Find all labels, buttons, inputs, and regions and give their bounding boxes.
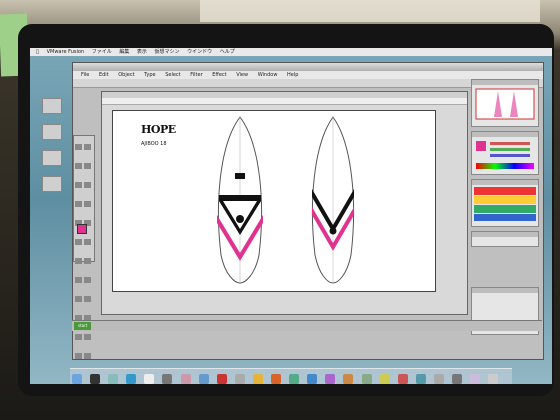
menu-select[interactable]: Select xyxy=(165,72,180,78)
mac-dock xyxy=(70,368,512,384)
mail-icon[interactable] xyxy=(108,374,119,384)
app-icon[interactable] xyxy=(397,374,408,384)
bottom-emblem xyxy=(329,227,337,235)
panel-dock xyxy=(471,79,539,339)
type-tool-icon[interactable] xyxy=(84,182,91,188)
trash-icon[interactable] xyxy=(488,374,499,384)
graph-tool-icon[interactable] xyxy=(84,277,91,283)
downloads-stack-icon[interactable] xyxy=(470,374,481,384)
deck-emblem xyxy=(236,215,244,223)
swatch-grid[interactable] xyxy=(472,185,538,223)
mac-menu-edit[interactable]: 編集 xyxy=(119,49,129,55)
dashboard-icon[interactable] xyxy=(90,374,101,384)
tools-panel xyxy=(73,135,95,359)
mac-menu-window[interactable]: ウインドウ xyxy=(187,49,212,55)
hand-tool-icon[interactable] xyxy=(84,334,91,340)
mac-menu-view[interactable]: 表示 xyxy=(137,49,147,55)
vm-window-titlebar[interactable] xyxy=(73,63,543,71)
panel-title-bar[interactable] xyxy=(472,232,538,237)
menu-help[interactable]: Help xyxy=(287,72,298,78)
menu-filter[interactable]: Filter xyxy=(190,72,202,78)
menu-object[interactable]: Object xyxy=(118,72,134,78)
warp-tool-icon[interactable] xyxy=(75,258,82,264)
safari-icon[interactable] xyxy=(126,374,137,384)
rotate-tool-icon[interactable] xyxy=(75,239,82,245)
start-button[interactable]: start xyxy=(74,322,92,330)
mac-desktop:  VMware Fusion ファイル 編集 表示 仮想マシン ウインドウ ヘ… xyxy=(30,48,552,384)
menu-type[interactable]: Type xyxy=(144,72,155,78)
color-panel[interactable] xyxy=(471,131,539,175)
scale-tool-icon[interactable] xyxy=(84,239,91,245)
itunes-icon[interactable] xyxy=(198,374,209,384)
wall-paper xyxy=(200,0,540,22)
horizontal-ruler xyxy=(102,98,467,105)
mac-menu-help[interactable]: ヘルプ xyxy=(220,49,235,55)
free-transform-tool-icon[interactable] xyxy=(84,258,91,264)
magic-wand-tool-icon[interactable] xyxy=(75,163,82,169)
app-icon[interactable] xyxy=(307,374,318,384)
deck-logo-mark xyxy=(235,173,245,179)
app-icon[interactable] xyxy=(325,374,336,384)
direct-selection-tool-icon[interactable] xyxy=(84,144,91,150)
mac-menu-app[interactable]: VMware Fusion xyxy=(47,49,85,55)
menu-edit[interactable]: Edit xyxy=(99,72,109,78)
vmware-window: File Edit Object Type Select Filter Effe… xyxy=(72,62,544,360)
symbol-tool-icon[interactable] xyxy=(75,277,82,283)
chrome-icon[interactable] xyxy=(252,374,263,384)
gradient-tool-icon[interactable] xyxy=(84,296,91,302)
desktop-file-icon[interactable] xyxy=(42,98,62,114)
app-icon[interactable] xyxy=(289,374,300,384)
finder-icon[interactable] xyxy=(72,374,82,384)
app-icon[interactable] xyxy=(451,374,462,384)
model-label: AJIBOO 18 xyxy=(141,141,167,147)
acrobat-icon[interactable] xyxy=(216,374,227,384)
desktop-file-icon[interactable] xyxy=(42,124,62,140)
line-tool-icon[interactable] xyxy=(75,201,82,207)
mesh-tool-icon[interactable] xyxy=(75,296,82,302)
windows-taskbar: start xyxy=(72,320,542,331)
layers-panel[interactable] xyxy=(471,231,539,247)
app-icon[interactable] xyxy=(433,374,444,384)
mac-menu-file[interactable]: ファイル xyxy=(92,49,112,55)
selection-tool-icon[interactable] xyxy=(75,144,82,150)
surfboard-bottom[interactable] xyxy=(303,115,363,285)
app-icon[interactable] xyxy=(379,374,390,384)
firefox-icon[interactable] xyxy=(271,374,282,384)
menu-file[interactable]: File xyxy=(81,72,89,78)
preview-icon[interactable] xyxy=(162,374,173,384)
lasso-tool-icon[interactable] xyxy=(84,163,91,169)
menu-effect[interactable]: Effect xyxy=(212,72,226,78)
pen-tool-icon[interactable] xyxy=(75,182,82,188)
desktop-file-icon[interactable] xyxy=(42,176,62,192)
panel-title-bar[interactable] xyxy=(472,288,538,293)
color-sliders[interactable] xyxy=(472,137,538,173)
app-icon[interactable] xyxy=(361,374,372,384)
mac-menu-vm[interactable]: 仮想マシン xyxy=(155,49,180,55)
swatches-panel[interactable] xyxy=(471,179,539,227)
brand-logo: HOPE xyxy=(141,123,176,136)
desktop-icons xyxy=(36,88,66,194)
navigator-thumbnail xyxy=(475,88,535,120)
artboard[interactable]: HOPE AJIBOO 18 xyxy=(112,110,436,292)
desktop-file-icon[interactable] xyxy=(42,150,62,166)
menu-view[interactable]: View xyxy=(236,72,248,78)
illustrator-menu-bar: File Edit Object Type Select Filter Effe… xyxy=(73,71,543,79)
document-window: HOPE AJIBOO 18 xyxy=(101,91,468,315)
slice-tool-icon[interactable] xyxy=(84,353,91,359)
fill-color-swatch[interactable] xyxy=(77,224,87,234)
vmware-icon[interactable] xyxy=(234,374,245,384)
mac-menu-bar:  VMware Fusion ファイル 編集 表示 仮想マシン ウインドウ ヘ… xyxy=(30,48,552,56)
rectangle-tool-icon[interactable] xyxy=(84,201,91,207)
app-icon[interactable] xyxy=(415,374,426,384)
photo-icon[interactable] xyxy=(180,374,191,384)
scissors-tool-icon[interactable] xyxy=(75,334,82,340)
app-icon[interactable] xyxy=(343,374,354,384)
apple-icon[interactable]:  xyxy=(36,49,39,55)
ical-icon[interactable] xyxy=(144,374,155,384)
zoom-tool-icon[interactable] xyxy=(75,353,82,359)
menu-window[interactable]: Window xyxy=(258,72,278,78)
surfboard-deck[interactable] xyxy=(209,115,271,285)
navigator-panel[interactable] xyxy=(471,79,539,127)
